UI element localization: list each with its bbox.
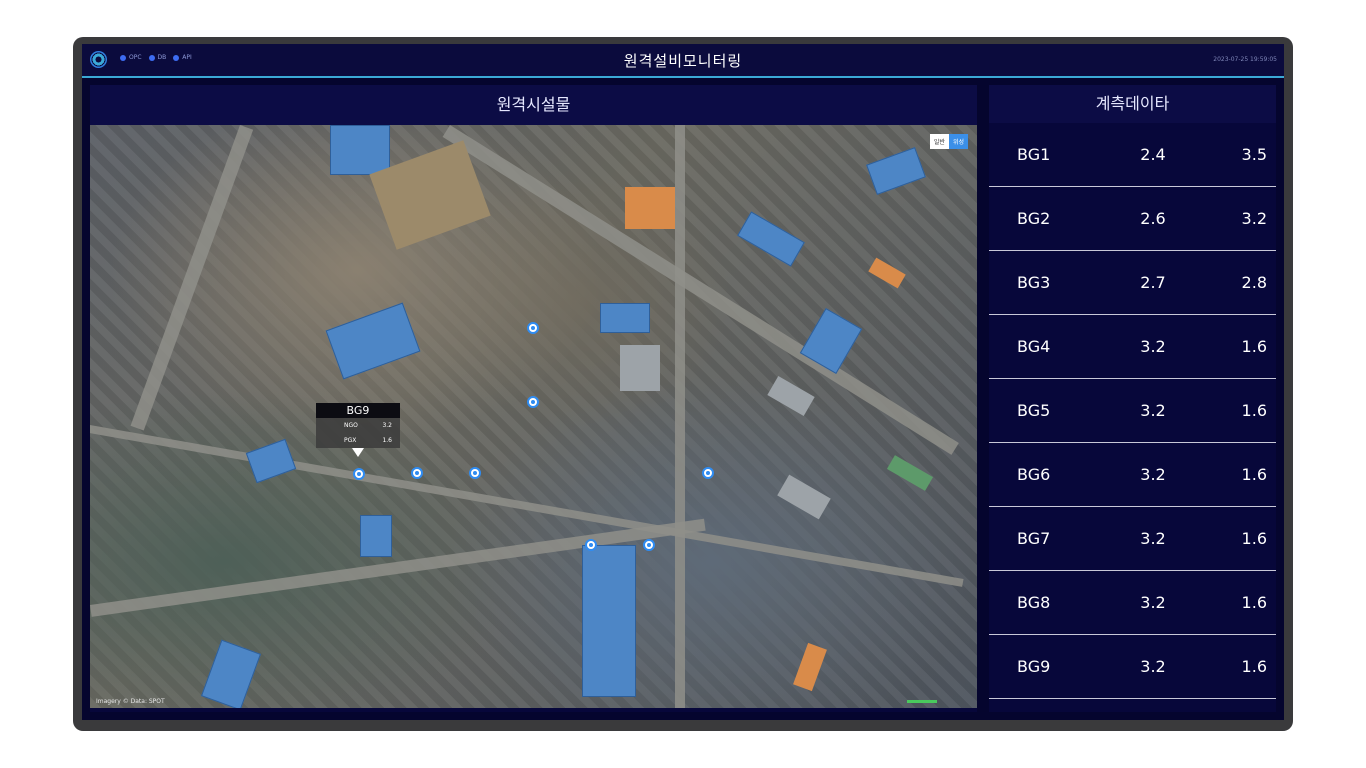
sensor-name: BG2 — [1017, 209, 1051, 228]
sensor-value-2: 1.6 — [1241, 401, 1267, 420]
popup-value: 1.6 — [382, 437, 392, 444]
map-marker-icon[interactable] — [353, 468, 365, 480]
map-marker-icon[interactable] — [411, 467, 423, 479]
map-road — [675, 125, 685, 708]
data-row[interactable]: BG3 2.7 2.8 — [989, 251, 1276, 315]
sensor-value-2: 2.8 — [1241, 273, 1267, 292]
map-building — [625, 187, 675, 229]
map-building — [620, 345, 660, 391]
map-building — [793, 642, 827, 692]
sensor-value-1: 3.2 — [1140, 657, 1166, 676]
sensor-name: BG6 — [1017, 465, 1051, 484]
data-row[interactable]: BG1 2.4 3.5 — [989, 123, 1276, 187]
map-building — [868, 257, 906, 289]
sensor-value-2: 1.6 — [1241, 593, 1267, 612]
sensor-value-2: 3.2 — [1241, 209, 1267, 228]
popup-label: PGX — [344, 437, 357, 444]
map-copyright: Imagery © Data: SPOT — [96, 698, 165, 705]
sensor-value-2: 1.6 — [1241, 337, 1267, 356]
popup-pointer — [352, 448, 364, 457]
sensor-value-1: 2.4 — [1140, 145, 1166, 164]
map-marker-icon[interactable] — [469, 467, 481, 479]
datetime: 2023-07-25 19:59:05 — [1213, 56, 1277, 63]
sensor-value-2: 1.6 — [1241, 529, 1267, 548]
map-scale-bar — [907, 700, 937, 703]
data-row[interactable]: BG6 3.2 1.6 — [989, 443, 1276, 507]
data-row[interactable]: BG2 2.6 3.2 — [989, 187, 1276, 251]
map-building — [866, 147, 926, 195]
map-building — [600, 303, 650, 333]
map-building — [201, 639, 261, 708]
map-type-satellite-button[interactable]: 위성 — [948, 134, 968, 149]
map-type-normal-button[interactable]: 일반 — [929, 134, 949, 149]
sensor-name: BG5 — [1017, 401, 1051, 420]
map-marker-icon[interactable] — [643, 539, 655, 551]
marker-popup: BG9 NGO 3.2 PGX 1.6 — [316, 403, 400, 457]
data-panel-title: 계측데이타 — [989, 85, 1276, 123]
sensor-name: BG7 — [1017, 529, 1051, 548]
sensor-name: BG9 — [1017, 657, 1051, 676]
map-building — [886, 455, 934, 491]
sensor-value-2: 1.6 — [1241, 657, 1267, 676]
sensor-value-1: 3.2 — [1140, 465, 1166, 484]
data-panel: 계측데이타 BG1 2.4 3.5 BG2 2.6 3.2 BG3 2.7 2.… — [989, 85, 1276, 712]
sensor-name: BG1 — [1017, 145, 1051, 164]
sensor-value-1: 3.2 — [1140, 401, 1166, 420]
map-panel: 원격시설물 일반 위성 BG9 NGO 3.2 PGX 1.6 Imagery … — [90, 85, 977, 712]
data-row[interactable]: BG9 3.2 1.6 — [989, 635, 1276, 699]
map-building — [330, 125, 390, 175]
page-title: 원격설비모니터링 — [623, 52, 743, 70]
map-building — [737, 211, 805, 267]
monitor-frame: OPC DB API 원격설비모니터링 2023-07-25 19:59:05 … — [73, 37, 1293, 731]
sensor-name: BG3 — [1017, 273, 1051, 292]
data-row[interactable]: BG7 3.2 1.6 — [989, 507, 1276, 571]
popup-title: BG9 — [316, 403, 400, 418]
map-building — [360, 515, 392, 557]
sensor-name: BG4 — [1017, 337, 1051, 356]
data-row[interactable]: BG4 3.2 1.6 — [989, 315, 1276, 379]
map-road — [130, 125, 254, 431]
popup-row: PGX 1.6 — [316, 433, 400, 448]
map-building — [777, 474, 831, 520]
popup-label: NGO — [344, 422, 358, 429]
sensor-value-2: 1.6 — [1241, 465, 1267, 484]
map-marker-icon[interactable] — [527, 396, 539, 408]
map-marker-icon[interactable] — [702, 467, 714, 479]
sensor-value-1: 2.7 — [1140, 273, 1166, 292]
data-row[interactable]: BG8 3.2 1.6 — [989, 571, 1276, 635]
map-road — [90, 425, 964, 587]
map-marker-icon[interactable] — [527, 322, 539, 334]
dashboard-screen: OPC DB API 원격설비모니터링 2023-07-25 19:59:05 … — [82, 44, 1284, 720]
map-marker-icon[interactable] — [585, 539, 597, 551]
sensor-value-1: 3.2 — [1140, 593, 1166, 612]
sensor-name: BG8 — [1017, 593, 1051, 612]
data-row[interactable]: BG5 3.2 1.6 — [989, 379, 1276, 443]
popup-value: 3.2 — [382, 422, 392, 429]
map-building — [582, 545, 636, 697]
satellite-map[interactable]: 일반 위성 BG9 NGO 3.2 PGX 1.6 Imagery © Data… — [90, 125, 977, 708]
map-building — [245, 438, 297, 484]
sensor-value-1: 3.2 — [1140, 529, 1166, 548]
map-type-toggle: 일반 위성 — [929, 134, 968, 149]
map-panel-title: 원격시설물 — [90, 85, 977, 125]
sensor-value-1: 3.2 — [1140, 337, 1166, 356]
map-building — [767, 375, 815, 417]
sensor-value-1: 2.6 — [1140, 209, 1166, 228]
sensor-value-2: 3.5 — [1241, 145, 1267, 164]
map-building — [325, 302, 421, 380]
popup-row: NGO 3.2 — [316, 418, 400, 433]
top-bar: OPC DB API 원격설비모니터링 2023-07-25 19:59:05 — [82, 44, 1284, 78]
